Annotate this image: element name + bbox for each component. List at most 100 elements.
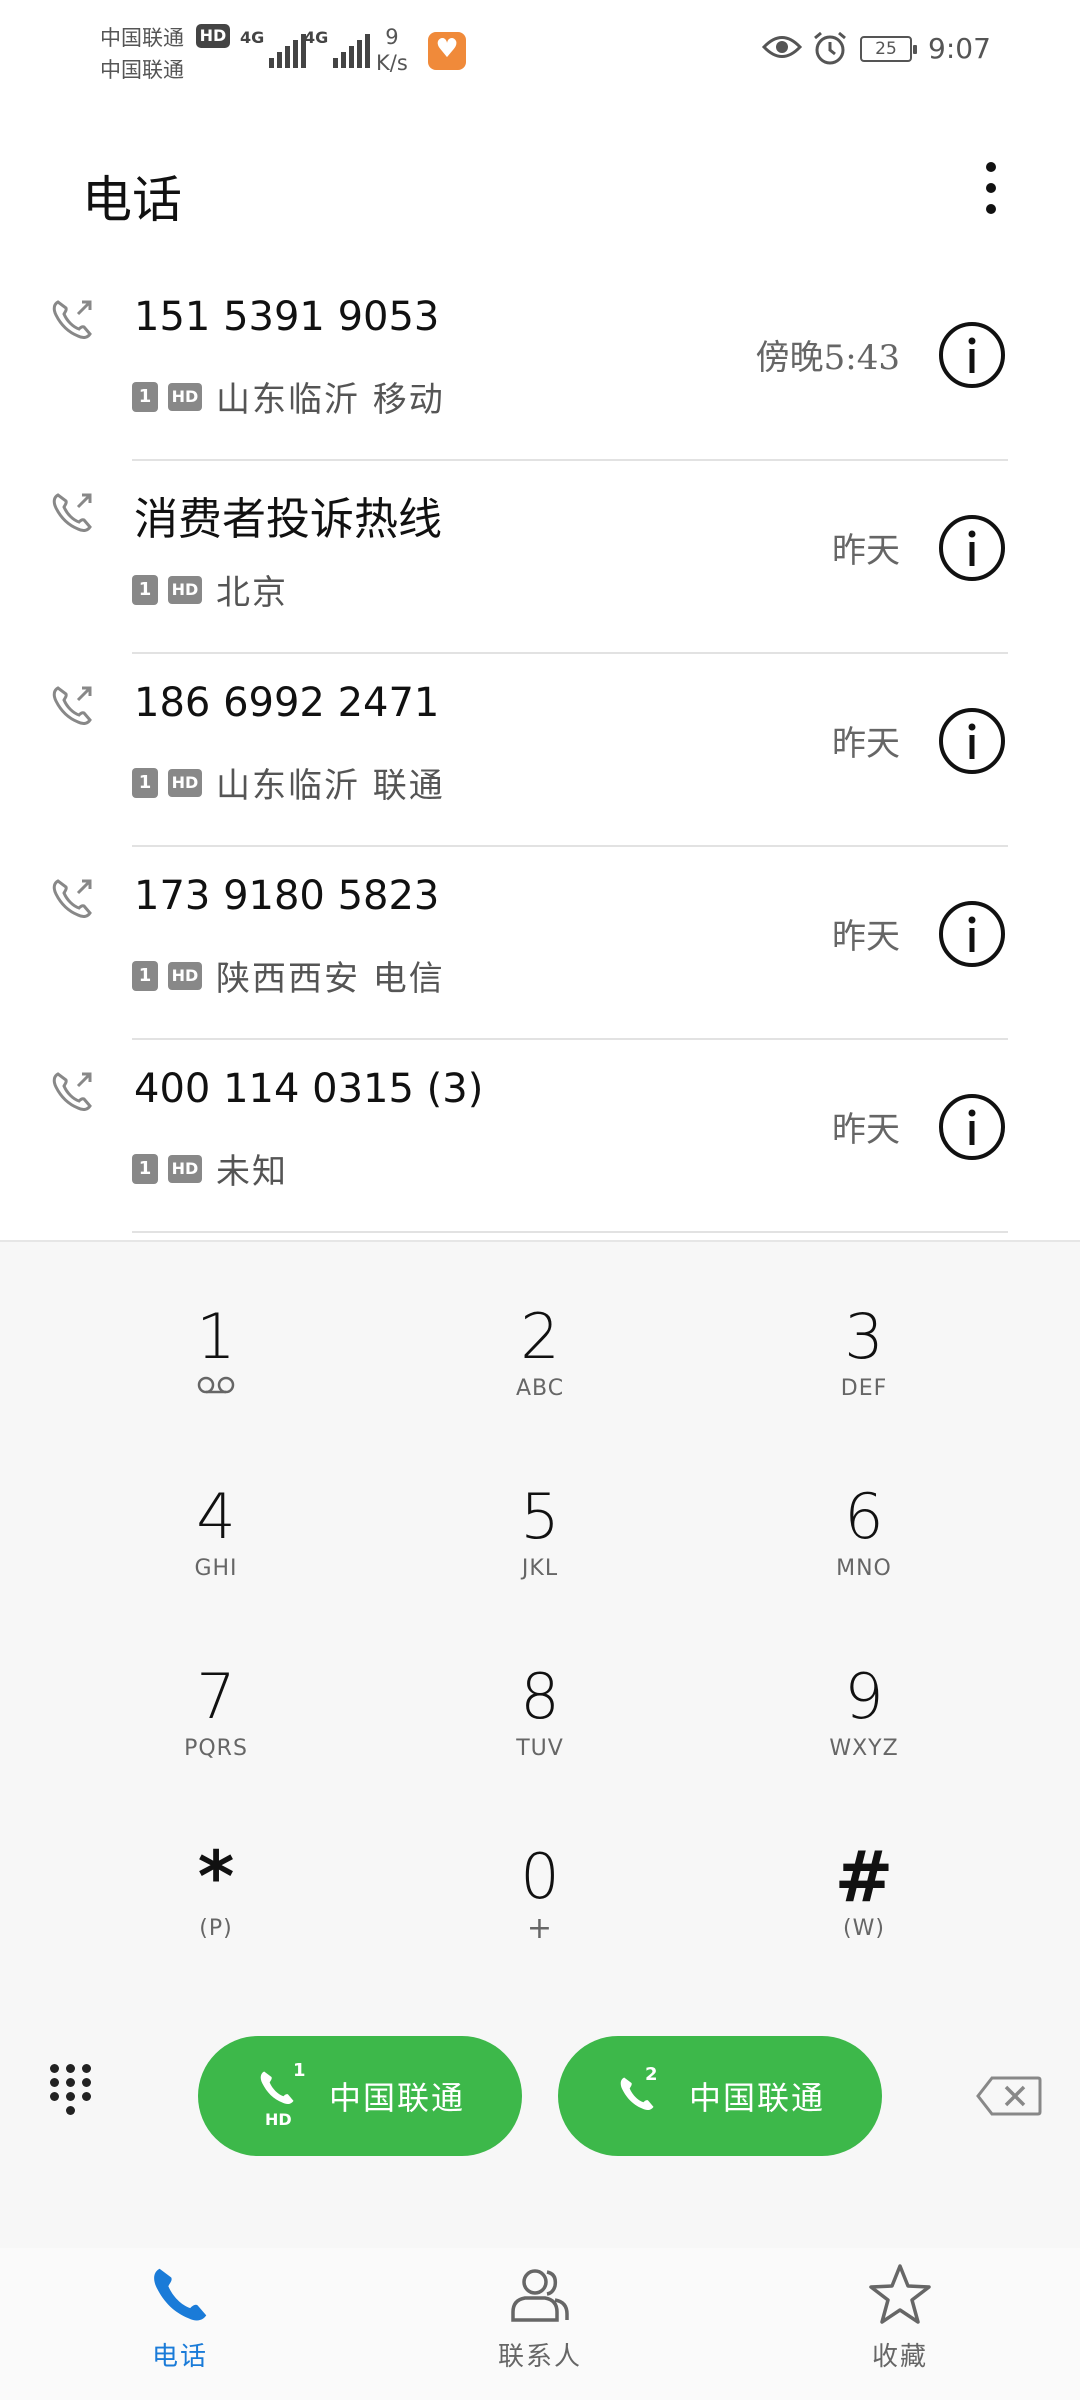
alarm-icon [814, 31, 846, 65]
key-letters: DEF [840, 1376, 888, 1401]
key-digit: 7 [196, 1660, 236, 1733]
key-letters: MNO [836, 1556, 892, 1581]
key-letters: TUV [516, 1736, 564, 1761]
hd-voice-badge: HD [196, 24, 230, 48]
hd-badge: HD [168, 1154, 202, 1183]
tab-favorites[interactable]: 收藏 [800, 2260, 1000, 2390]
network-type-label: 4G [304, 28, 329, 47]
tab-contacts[interactable]: 联系人 [440, 2260, 640, 2390]
key-digit: 9 [844, 1660, 884, 1733]
tab-label: 联系人 [497, 2342, 582, 2372]
key-digit: 4 [196, 1480, 236, 1553]
key-letters: ABC [515, 1376, 565, 1401]
outgoing-call-icon [52, 686, 92, 725]
phone-app: 中国联通 中国联通 HD 4G 4G 9 K/s ♥ 25 9:07 电话 15… [0, 0, 1080, 2400]
sim-badge: 1 [132, 1153, 158, 1184]
call-time: 傍晚5:43 [755, 338, 900, 378]
outgoing-call-icon [52, 493, 92, 532]
key-letters: + [526, 1911, 554, 1946]
dial-key-7[interactable]: 7 PQRS [96, 1662, 336, 1812]
tab-label: 收藏 [871, 2342, 928, 2372]
dial-key-9[interactable]: 9 WXYZ [744, 1662, 984, 1812]
call-log-item[interactable]: 151 5391 9053 1 HD 山东临沂 移动 傍晚5:43 [0, 268, 1080, 461]
dial-key-6[interactable]: 6 MNO [744, 1482, 984, 1632]
dial-key-star[interactable]: * (P) [96, 1842, 336, 1992]
outgoing-call-icon [52, 879, 92, 918]
call-details: 1 HD 陕西西安 电信 [132, 951, 445, 1000]
status-clock: 9:07 [928, 32, 991, 65]
dial-key-3[interactable]: 3 DEF [744, 1302, 984, 1452]
caller-location: 陕西西安 电信 [216, 959, 445, 999]
call-info-button[interactable] [936, 512, 1008, 584]
call-details: 1 HD 未知 [132, 1144, 288, 1193]
outgoing-call-icon [52, 300, 92, 339]
key-digit: 0 [520, 1840, 560, 1913]
sim-number: 2 [644, 2064, 658, 2085]
call-button-sim2[interactable]: 2 中国联通 [558, 2036, 882, 2156]
speed-unit: K/s [376, 51, 408, 75]
call-button-carrier: 中国联通 [328, 2079, 465, 2117]
call-details: 1 HD 山东临沂 移动 [132, 372, 445, 421]
call-log-list: 151 5391 9053 1 HD 山东临沂 移动 傍晚5:43 消费者投诉热… [0, 268, 1080, 1233]
bottom-navigation: 电话 联系人 收藏 [0, 2248, 1080, 2400]
key-digit: 6 [844, 1480, 884, 1553]
more-menu-button[interactable] [966, 152, 1016, 224]
caller-location: 山东临沂 联通 [216, 766, 445, 806]
call-time: 昨天 [832, 724, 900, 764]
dial-key-hash[interactable]: # (W) [744, 1842, 984, 1992]
battery-icon: 25 [860, 36, 917, 62]
caller-number: 151 5391 9053 [134, 294, 440, 340]
call-log-item[interactable]: 173 9180 5823 1 HD 陕西西安 电信 昨天 [0, 847, 1080, 1040]
key-letters: PQRS [184, 1736, 248, 1761]
call-details: 1 HD 北京 [132, 565, 288, 614]
call-button-sim1[interactable]: 1 HD 中国联通 [198, 2036, 522, 2156]
key-letters: JKL [521, 1556, 559, 1581]
dial-key-1[interactable]: 1 [96, 1302, 336, 1452]
key-digit: 2 [520, 1300, 560, 1373]
call-info-button[interactable] [936, 705, 1008, 777]
key-letters: WXYZ [829, 1736, 899, 1761]
dialpad: 1 2 ABC 3 DEF 4 GHI 5 JKL 6 MNO 7 PQRS 8… [0, 1240, 1080, 2248]
dial-key-4[interactable]: 4 GHI [96, 1482, 336, 1632]
dial-key-2[interactable]: 2 ABC [420, 1302, 660, 1452]
call-details: 1 HD 山东临沂 联通 [132, 758, 445, 807]
health-app-icon [428, 32, 466, 70]
caller-number: 173 9180 5823 [134, 873, 440, 919]
sim-badge: 1 [132, 574, 158, 605]
dial-key-0[interactable]: 0 + [420, 1842, 660, 1992]
dial-key-5[interactable]: 5 JKL [420, 1482, 660, 1632]
sim-number: 1 [292, 2060, 306, 2081]
call-info-button[interactable] [936, 898, 1008, 970]
key-letters: (P) [199, 1916, 233, 1941]
call-time: 昨天 [832, 917, 900, 957]
key-digit: # [834, 1836, 894, 1918]
voicemail-icon [96, 1372, 336, 1406]
speed-value: 9 [385, 25, 399, 49]
sim-badge: 1 [132, 767, 158, 798]
backspace-button[interactable] [976, 2076, 1042, 2116]
star-icon [869, 2264, 931, 2324]
contacts-icon [511, 2269, 569, 2322]
network-speed: 9 K/s [376, 24, 408, 76]
status-bar: 中国联通 中国联通 HD 4G 4G 9 K/s ♥ 25 9:07 [0, 0, 1080, 100]
call-info-button[interactable] [936, 1091, 1008, 1163]
phone-sim2-icon: 2 [615, 2064, 669, 2126]
key-letters: (W) [843, 1916, 885, 1941]
caller-name: 消费者投诉热线 [134, 494, 442, 545]
caller-number: 186 6992 2471 [134, 680, 440, 726]
caller-location: 山东临沂 移动 [216, 380, 445, 420]
dialpad-toggle-button[interactable] [46, 2064, 98, 2122]
key-letters: GHI [194, 1556, 238, 1581]
call-info-button[interactable] [936, 319, 1008, 391]
hd-badge: HD [168, 961, 202, 990]
call-log-item[interactable]: 400 114 0315 (3) 1 HD 未知 昨天 [0, 1040, 1080, 1233]
call-time: 昨天 [832, 1110, 900, 1150]
call-button-carrier: 中国联通 [688, 2079, 825, 2117]
call-log-item[interactable]: 186 6992 2471 1 HD 山东临沂 联通 昨天 [0, 654, 1080, 847]
tab-phone[interactable]: 电话 [80, 2260, 280, 2390]
carrier-top: 中国联通 [100, 26, 184, 50]
dial-key-8[interactable]: 8 TUV [420, 1662, 660, 1812]
call-log-item[interactable]: 消费者投诉热线 1 HD 北京 昨天 [0, 461, 1080, 654]
caller-location: 未知 [216, 1152, 288, 1192]
carrier-info: 中国联通 中国联通 [100, 22, 184, 86]
